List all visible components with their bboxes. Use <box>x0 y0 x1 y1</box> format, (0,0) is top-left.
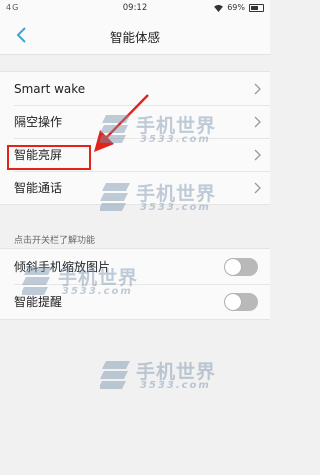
watermark-subtext: 3533.com <box>140 202 211 213</box>
watermark: 手机世界 3533.com <box>100 110 250 148</box>
toggle-knob <box>225 293 241 310</box>
watermark-logo-icon <box>100 115 130 143</box>
highlight-box <box>7 145 91 170</box>
watermark-logo-icon <box>100 361 130 389</box>
setting-label: 智能通话 <box>14 181 63 195</box>
wifi-icon <box>214 4 224 12</box>
title-bar: 智能体感 <box>0 16 270 55</box>
chevron-right-icon <box>254 116 261 127</box>
watermark: 手机世界 3533.com <box>100 178 250 216</box>
chevron-right-icon <box>254 83 261 94</box>
status-right: 69% <box>214 3 264 12</box>
watermark-logo-icon <box>100 183 130 211</box>
battery-percent: 69% <box>227 3 245 12</box>
page-title: 智能体感 <box>109 30 160 45</box>
watermark: 手机世界 3533.com <box>100 356 250 394</box>
toggle-knob <box>225 258 241 275</box>
watermark: 手机世界 3533.com <box>22 262 172 300</box>
chevron-right-icon <box>254 149 261 160</box>
chevron-right-icon <box>254 182 261 193</box>
battery-icon <box>249 3 264 12</box>
section-caption: 点击开关栏了解功能 <box>14 236 96 246</box>
watermark-logo-icon <box>22 267 52 295</box>
watermark-subtext: 3533.com <box>140 380 211 391</box>
setting-label: 隔空操作 <box>14 115 63 129</box>
smart-reminder-toggle[interactable] <box>224 292 258 311</box>
setting-label: Smart wake <box>14 81 86 96</box>
status-bar: 4G 09:12 69% <box>0 0 270 16</box>
tilt-zoom-toggle[interactable] <box>224 257 258 276</box>
watermark-subtext: 3533.com <box>62 286 133 297</box>
watermark-subtext: 3533.com <box>140 134 211 145</box>
